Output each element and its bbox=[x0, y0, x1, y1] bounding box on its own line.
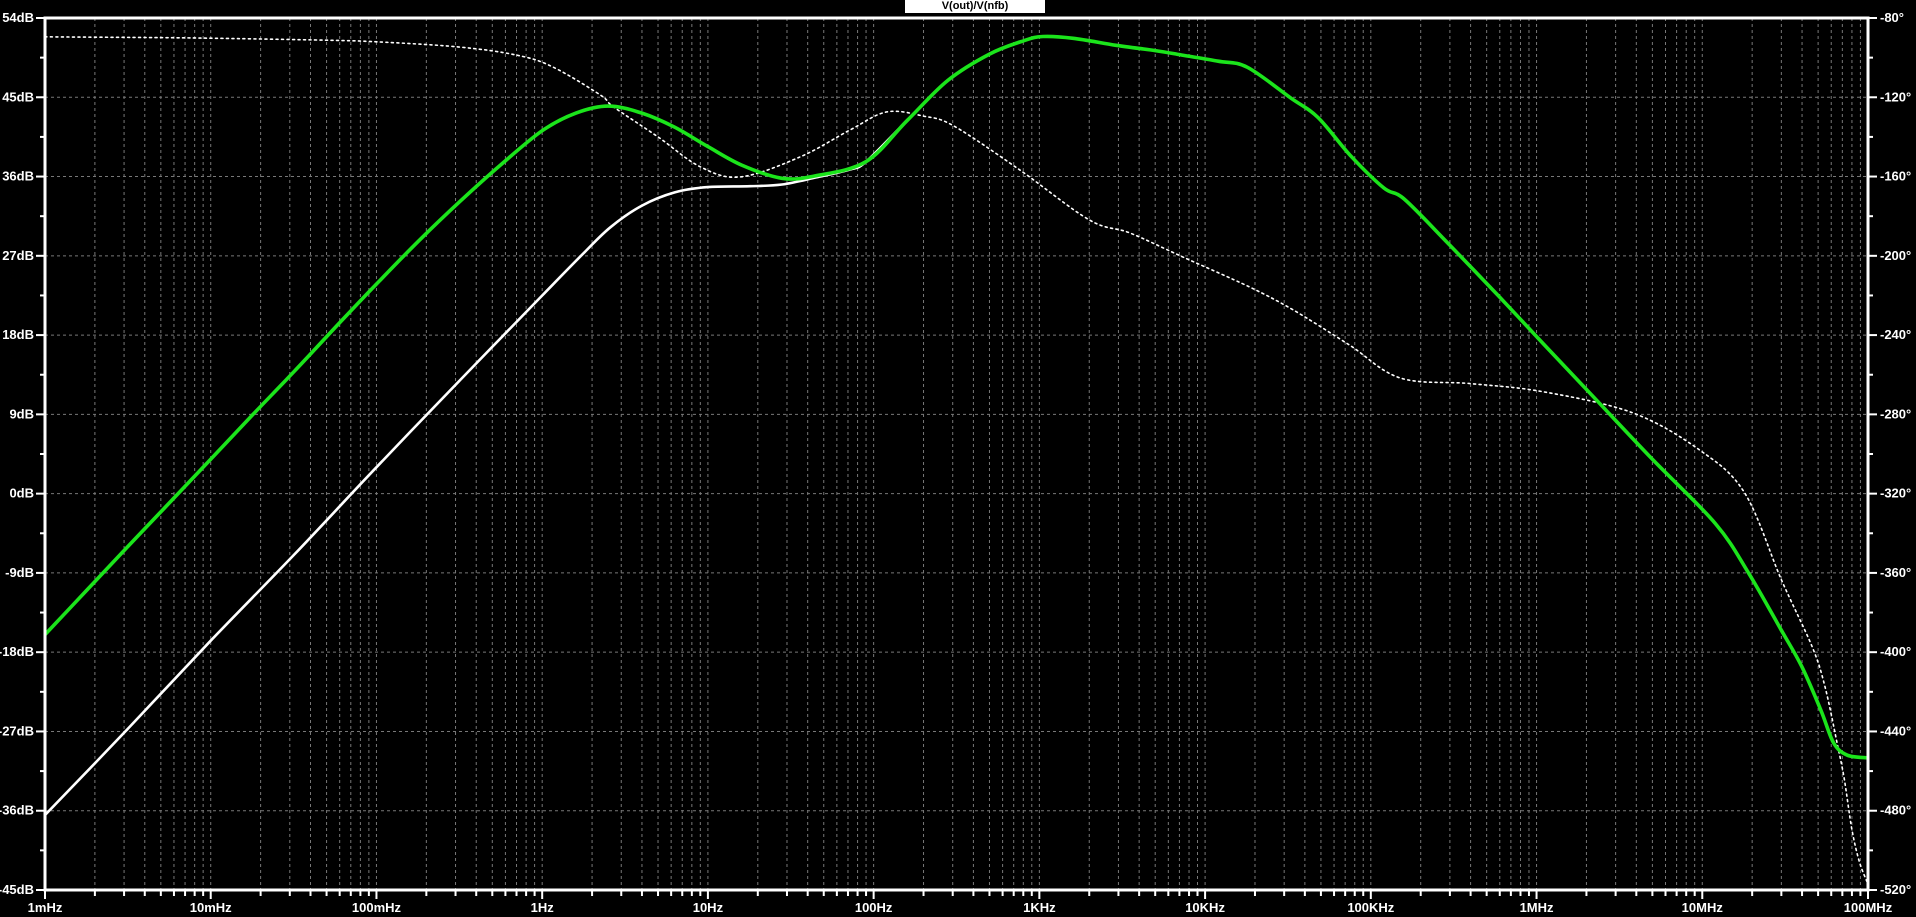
plot-background bbox=[0, 0, 1916, 917]
y-left-axis-label: -36dB bbox=[0, 803, 34, 818]
y-right-axis-label: -160° bbox=[1880, 169, 1911, 184]
x-axis-label: 10Hz bbox=[693, 900, 724, 915]
x-axis-label: 1KHz bbox=[1023, 900, 1056, 915]
x-axis-label: 1mHz bbox=[28, 900, 63, 915]
y-right-axis-label: -240° bbox=[1880, 327, 1911, 342]
y-left-axis-label: -27dB bbox=[0, 723, 34, 738]
x-axis-label: 1Hz bbox=[531, 900, 555, 915]
y-left-axis-label: 0dB bbox=[9, 486, 34, 501]
y-right-axis-label: -280° bbox=[1880, 406, 1911, 421]
y-right-axis-label: -120° bbox=[1880, 89, 1911, 104]
y-left-axis-label: -45dB bbox=[0, 882, 34, 897]
y-left-axis-label: 27dB bbox=[2, 248, 34, 263]
y-right-axis-label: -360° bbox=[1880, 565, 1911, 580]
x-axis-label: 100Hz bbox=[855, 900, 893, 915]
x-axis-label: 1MHz bbox=[1520, 900, 1554, 915]
y-right-axis-label: -480° bbox=[1880, 803, 1911, 818]
y-right-axis-label: -520° bbox=[1880, 882, 1911, 897]
x-axis-label: 100mHz bbox=[352, 900, 402, 915]
x-axis-label: 10KHz bbox=[1185, 900, 1225, 915]
y-right-axis-label: -80° bbox=[1880, 10, 1904, 25]
y-left-axis-label: 9dB bbox=[9, 406, 34, 421]
waveform-viewer: 54dB 45dB 36dB 27dB 18dB 9dB 0dB -9dB -18dB -27dB… bbox=[0, 0, 1916, 917]
y-right-axis-label: -440° bbox=[1880, 723, 1911, 738]
plot-title[interactable]: V(out)/V(nfb) bbox=[905, 0, 1045, 13]
y-left-axis-label: -18dB bbox=[0, 644, 34, 659]
bode-plot: 54dB 45dB 36dB 27dB 18dB 9dB 0dB -9dB -18dB -27dB… bbox=[0, 0, 1916, 917]
y-left-axis-label: 36dB bbox=[2, 169, 34, 184]
y-left-axis-label: -9dB bbox=[5, 565, 34, 580]
y-right-axis-label: -200° bbox=[1880, 248, 1911, 263]
x-axis-label: 100MHz bbox=[1844, 900, 1893, 915]
x-axis-label: 100KHz bbox=[1347, 900, 1394, 915]
y-right-axis-label: -400° bbox=[1880, 644, 1911, 659]
y-right-axis-label: -320° bbox=[1880, 486, 1911, 501]
y-left-axis-label: 18dB bbox=[2, 327, 34, 342]
x-axis-label: 10MHz bbox=[1682, 900, 1724, 915]
y-left-axis-label: 54dB bbox=[2, 10, 34, 25]
y-left-axis-label: 45dB bbox=[2, 89, 34, 104]
x-axis-label: 10mHz bbox=[190, 900, 232, 915]
